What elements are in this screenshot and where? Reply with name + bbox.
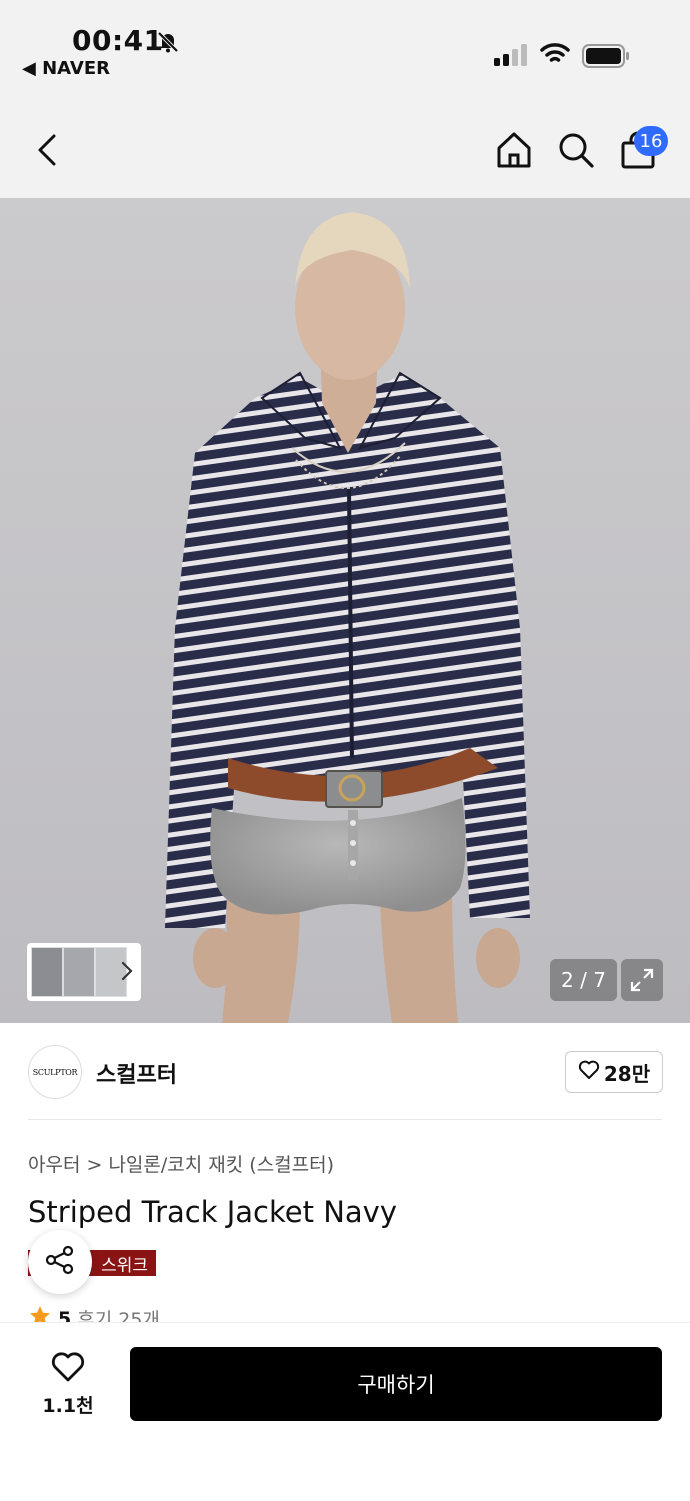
expand-icon[interactable] [621,959,663,1001]
navigation-bar [0,100,690,198]
status-bar: 00:41 ◀ NAVER [0,0,690,100]
share-icon [44,1244,76,1280]
thumbnail-2[interactable] [63,947,95,997]
product-title: Striped Track Jacket Navy [28,1195,397,1229]
divider [28,1119,662,1120]
chevron-right-icon[interactable] [120,960,134,986]
model-photo-illustration [165,212,530,1023]
thumbnail-1[interactable] [31,947,63,997]
cellular-signal-icon [494,44,530,70]
wifi-icon [540,42,570,70]
brand-follower-count: 28만 [603,1061,651,1086]
search-icon[interactable] [556,130,596,174]
like-button[interactable]: 1.1천 [36,1351,100,1421]
brand-row[interactable]: SCULPTOR 스컬프터 28만 [0,1023,690,1119]
back-chevron-icon[interactable] [32,132,62,172]
brand-logo-text: SCULPTOR [32,1067,78,1077]
bell-muted-icon [156,30,180,58]
battery-icon [582,44,630,72]
like-count: 1.1천 [42,1395,94,1417]
breadcrumb[interactable]: 아우터 > 나일론/코치 재킷 (스컬프터) [28,1150,334,1177]
status-time: 00:41 [72,24,164,57]
promo-badge-label: 스위크 [101,1255,148,1276]
bottom-action-bar: 1.1천 구매하기 [0,1322,690,1501]
share-button[interactable] [28,1230,92,1294]
home-icon[interactable] [494,130,534,174]
gallery-page-indicator: 2 / 7 [550,959,617,1001]
product-image[interactable] [0,198,690,1023]
brand-logo[interactable]: SCULPTOR [28,1045,82,1099]
heart-icon [578,1060,600,1085]
brand-name[interactable]: 스컬프터 [96,1057,177,1089]
heart-icon [50,1351,86,1387]
buy-button[interactable]: 구매하기 [130,1347,662,1421]
cart-count-badge: 16 [634,126,668,156]
follow-brand-button[interactable]: 28만 [565,1051,663,1093]
back-to-app-link[interactable]: ◀ NAVER [22,58,110,79]
